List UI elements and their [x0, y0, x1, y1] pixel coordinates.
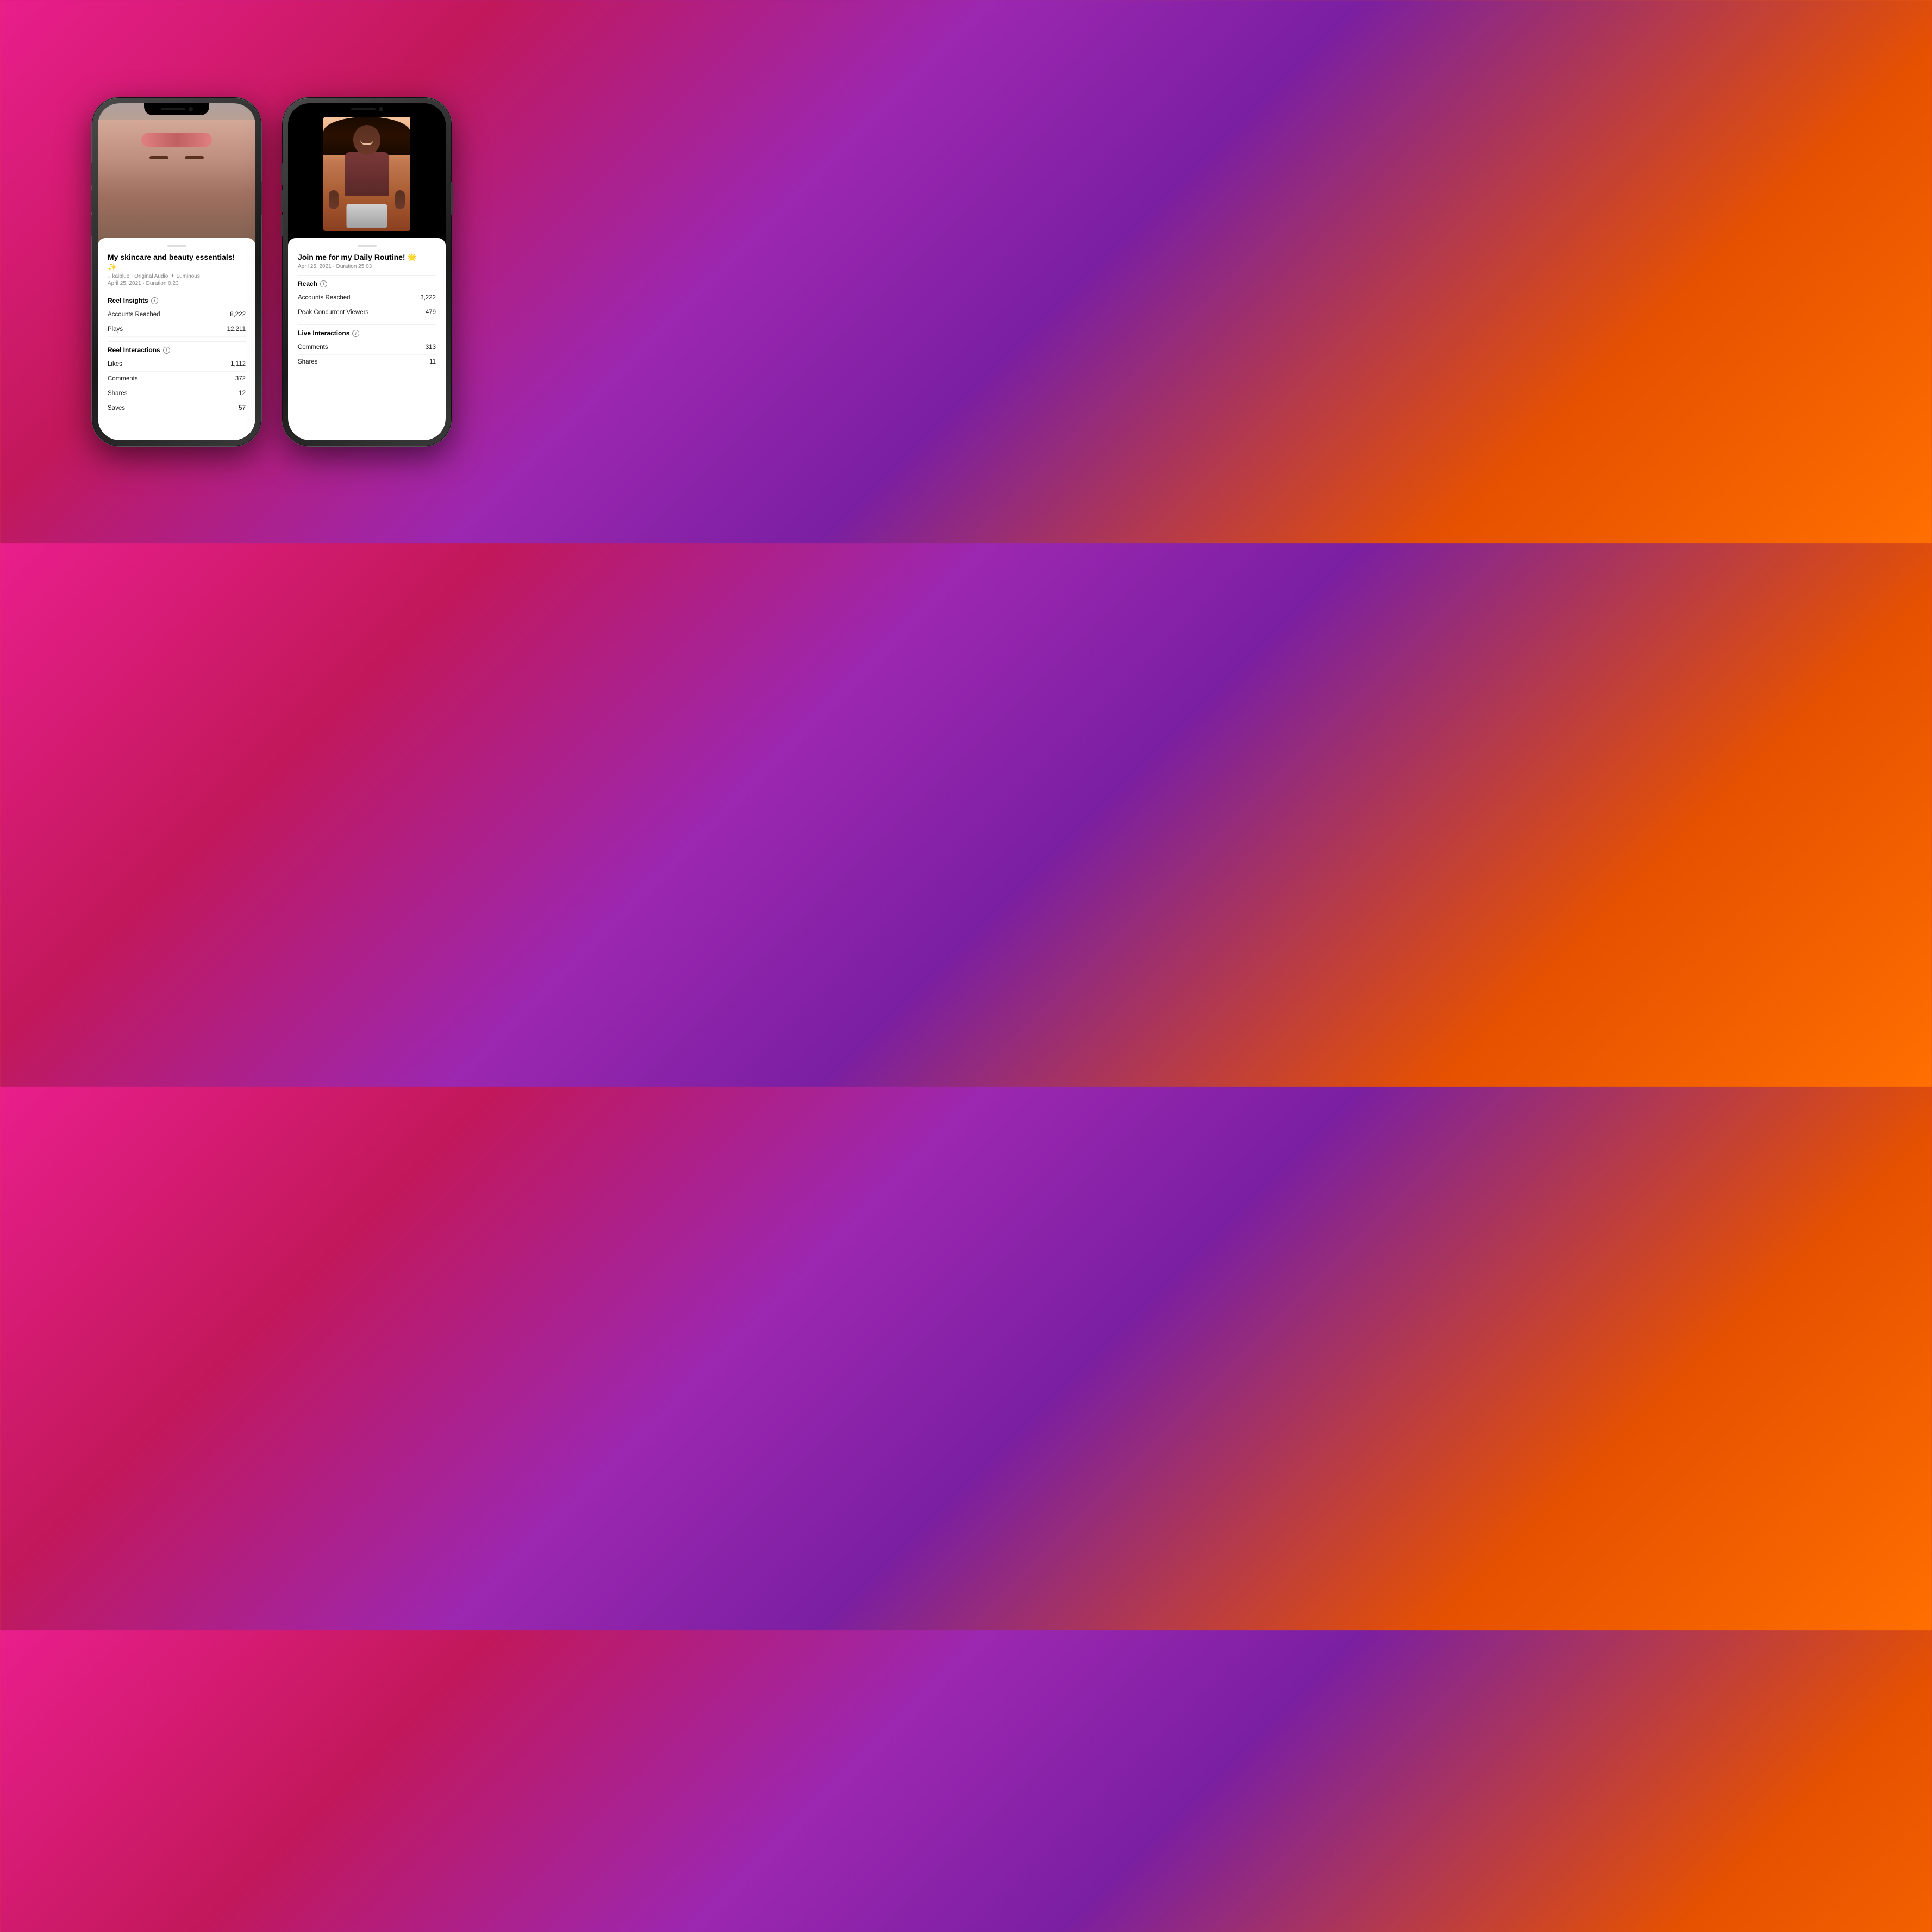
right-reach-label: Reach	[298, 280, 317, 287]
left-headband	[141, 133, 212, 147]
right-peak-viewers-row: Peak Concurrent Viewers 479	[298, 305, 436, 320]
phone-left-screen: My skincare and beauty essentials! ✨ ♪ k…	[98, 103, 255, 440]
left-effect-text: ✦ Luminous	[170, 273, 200, 279]
left-saves-row: Saves 57	[108, 401, 246, 415]
phone-left-content: My skincare and beauty essentials! ✨ ♪ k…	[98, 238, 255, 440]
right-peak-viewers-value: 479	[426, 309, 436, 316]
left-reel-interactions-info-icon[interactable]: i	[163, 347, 170, 354]
left-saves-label: Saves	[108, 405, 125, 411]
left-likes-label: Likes	[108, 361, 122, 367]
right-live-interactions-label: Live Interactions	[298, 329, 349, 337]
right-peak-viewers-label: Peak Concurrent Viewers	[298, 309, 368, 316]
right-notch-speaker	[351, 108, 376, 110]
phone-left: My skincare and beauty essentials! ✨ ♪ k…	[92, 98, 261, 446]
right-accounts-reached-label: Accounts Reached	[298, 295, 351, 301]
left-face-eyes	[149, 152, 204, 163]
left-comments-row: Comments 372	[108, 372, 246, 386]
right-reach-info-icon[interactable]: i	[320, 280, 327, 287]
right-title: Join me for my Daily Routine! 🌟	[298, 252, 436, 262]
left-notch-camera	[189, 107, 193, 111]
right-comments-row: Comments 313	[298, 340, 436, 355]
left-reel-insights-info-icon[interactable]: i	[151, 297, 158, 304]
phone-right-media	[288, 103, 446, 245]
right-date: April 25, 2021 · Duration 25:03	[298, 264, 436, 270]
left-audio-text: kaiblue · Original Audio	[112, 273, 168, 279]
left-reel-interactions-header: Reel Interactions i	[108, 346, 246, 354]
left-plays-value: 12,211	[227, 326, 246, 333]
right-comments-value: 313	[426, 344, 436, 351]
left-comments-value: 372	[235, 376, 246, 382]
left-home-indicator	[155, 435, 198, 437]
right-notch-camera	[379, 107, 383, 111]
left-comments-label: Comments	[108, 376, 138, 382]
left-plays-label: Plays	[108, 326, 123, 333]
left-face-image	[98, 120, 255, 245]
right-reach-header: Reach i	[298, 280, 436, 287]
left-meta-audio: ♪ kaiblue · Original Audio ✦ Luminous	[108, 273, 246, 279]
left-date: April 25, 2021 · Duration 0:23	[108, 280, 246, 286]
right-divider-1	[298, 275, 436, 276]
left-drag-handle	[167, 245, 186, 247]
left-shares-label: Shares	[108, 390, 127, 397]
phone-right-content: Join me for my Daily Routine! 🌟 April 25…	[288, 238, 446, 440]
right-drag-handle	[358, 245, 377, 247]
left-plays-row: Plays 12,211	[108, 322, 246, 337]
left-notch-speaker	[161, 108, 185, 110]
left-eye-left	[149, 156, 168, 159]
left-likes-row: Likes 1,112	[108, 357, 246, 372]
phone-right-notch	[334, 103, 399, 115]
right-shares-row: Shares 11	[298, 355, 436, 369]
phone-right: Join me for my Daily Routine! 🌟 April 25…	[283, 98, 451, 446]
right-person-thumbnail	[323, 117, 410, 231]
left-reel-insights-header: Reel Insights i	[108, 297, 246, 304]
left-saves-value: 57	[239, 405, 246, 411]
left-reel-interactions-label: Reel Interactions	[108, 346, 160, 354]
right-comments-label: Comments	[298, 344, 328, 351]
right-shares-label: Shares	[298, 359, 317, 365]
left-likes-value: 1,112	[230, 361, 246, 367]
right-home-indicator	[345, 435, 389, 437]
left-accounts-reached-row: Accounts Reached 8,222	[108, 308, 246, 322]
phone-right-screen: Join me for my Daily Routine! 🌟 April 25…	[288, 103, 446, 440]
right-accounts-reached-value: 3,222	[420, 295, 436, 301]
left-reel-insights-label: Reel Insights	[108, 297, 148, 304]
left-eye-right	[185, 156, 204, 159]
right-shares-value: 11	[429, 359, 436, 365]
right-live-interactions-header: Live Interactions i	[298, 329, 436, 337]
phone-left-media	[98, 103, 255, 245]
left-shares-value: 12	[239, 390, 246, 397]
right-divider-2	[298, 324, 436, 325]
left-accounts-reached-value: 8,222	[230, 311, 246, 318]
left-shares-row: Shares 12	[108, 386, 246, 401]
left-title: My skincare and beauty essentials! ✨	[108, 252, 246, 272]
phones-container: My skincare and beauty essentials! ✨ ♪ k…	[71, 65, 473, 478]
left-accounts-reached-label: Accounts Reached	[108, 311, 160, 318]
right-live-interactions-info-icon[interactable]: i	[352, 330, 359, 337]
left-divider-2	[108, 341, 246, 342]
phone-left-notch	[144, 103, 209, 115]
audio-wave-icon: ♪	[108, 274, 110, 279]
right-accounts-reached-row: Accounts Reached 3,222	[298, 291, 436, 305]
